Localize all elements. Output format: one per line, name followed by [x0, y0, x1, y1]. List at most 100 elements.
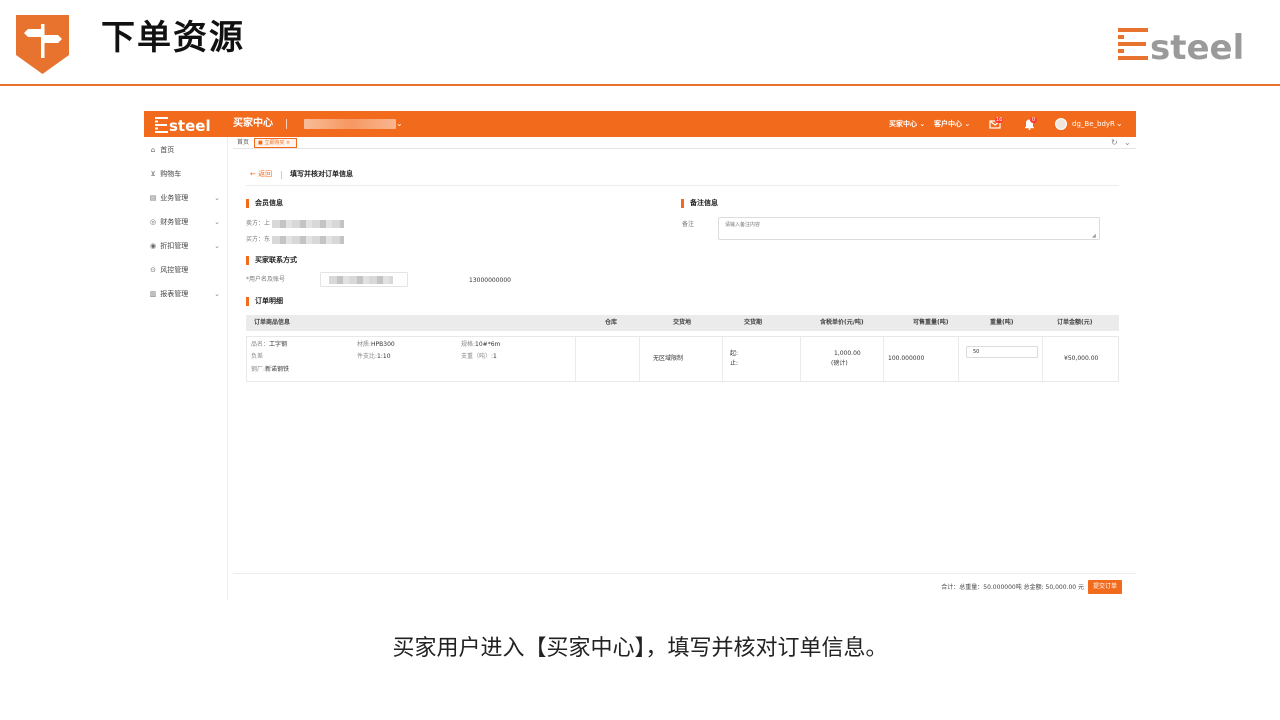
buyer-center-menu[interactable]: 买家中心 ⌄ [889, 120, 925, 129]
app-screenshot: steel 买家中心 ⌄ 买家中心 ⌄ 客户中心 ⌄ 16 0 dg_Be_bd… [144, 111, 1136, 600]
order-detail-title: 订单明细 [246, 297, 283, 306]
remark-info-title: 备注信息 [681, 199, 718, 208]
product-spec: 规格:10#*6m [461, 341, 501, 348]
column-header: 仓库 [605, 319, 618, 326]
contact-select[interactable] [320, 272, 408, 287]
buyer-label: 买方：东 [246, 236, 271, 243]
available-weight: 100.000000 [888, 355, 925, 362]
slide-caption: 买家用户进入【买家中心】，填写并核对订单信息。 [392, 636, 888, 661]
column-divider [883, 337, 884, 381]
username[interactable]: dg_Be_bdyR [1072, 120, 1115, 129]
sidebar-item-discount[interactable]: ◉ 折扣管理 ⌄ [148, 239, 226, 253]
notification-badge: 0 [1030, 117, 1037, 123]
risk-icon: ⊙ [150, 266, 156, 274]
tabs-bar: 首页 ■ 立即购买 × ↻ ⌄ [233, 137, 1136, 149]
sidebar-item-finance[interactable]: ◎ 财务管理 ⌄ [148, 215, 226, 229]
tab-buy-now[interactable]: ■ 立即购买 × [254, 138, 297, 148]
page-title: 填写并核对订单信息 [290, 170, 353, 178]
contact-value-masked [329, 276, 393, 284]
column-header: 交货地 [673, 319, 692, 326]
delivery-from: 起: [730, 350, 739, 357]
chevron-down-icon: ⌄ [214, 290, 220, 298]
sidebar: ⌂ 首页 ⊻ 购物车 ▤ 业务管理 ⌄ ◎ 财务管理 ⌄ ◉ 折扣管理 ⌄ ⊙ 风控管… [144, 137, 228, 600]
order-summary: 合计：总重量：50.000000吨 总金额: 50,000.00 元 [941, 584, 1084, 591]
chevron-down-icon: ⌄ [214, 194, 220, 202]
app-logo[interactable]: steel [154, 115, 216, 133]
chevron-down-icon: ⌄ [214, 242, 220, 250]
sidebar-item-cart[interactable]: ⊻ 购物车 [148, 167, 226, 181]
column-header: 订单商品信息 [254, 319, 291, 326]
tab-home[interactable]: 首页 [237, 139, 249, 147]
column-divider [639, 337, 640, 381]
sidebar-item-home[interactable]: ⌂ 首页 [148, 143, 226, 157]
column-header: 订单金额(元) [1057, 319, 1093, 326]
contact-title: 买家联系方式 [246, 256, 297, 265]
seller-name-masked [272, 220, 344, 228]
member-info-title: 会员信息 [246, 199, 283, 208]
weight-input[interactable]: 50 [966, 346, 1038, 358]
sidebar-item-business[interactable]: ▤ 业务管理 ⌄ [148, 191, 226, 205]
report-icon: ▥ [149, 290, 157, 298]
product-mill: 钢厂:新诺钢铁 [251, 366, 290, 373]
top-navbar: steel 买家中心 ⌄ 买家中心 ⌄ 客户中心 ⌄ 16 0 dg_Be_bd… [144, 111, 1136, 137]
contact-label: *用户名及账号 [246, 276, 286, 283]
user-avatar[interactable] [1055, 118, 1067, 130]
column-divider [800, 337, 801, 381]
main-content: ← 返回 填写并核对订单信息 会员信息 卖方：上 买方：东 备注信息 备注 ◢ … [233, 150, 1136, 570]
store-selector-masked[interactable] [304, 119, 396, 129]
table-row: 品名：工字钢 材质:HPB300 规格:10#*6m 负差 件支比:1:10 支… [246, 336, 1119, 382]
business-icon: ▤ [149, 194, 157, 202]
close-icon[interactable]: × [284, 140, 290, 146]
back-link[interactable]: ← 返回 [250, 170, 272, 179]
message-badge: 16 [995, 117, 1004, 123]
customer-center-menu[interactable]: 客户中心 ⌄ [934, 120, 970, 129]
navbar-separator [286, 119, 287, 129]
finance-icon: ◎ [149, 218, 157, 226]
sidebar-item-risk[interactable]: ⊙ 风控管理 [148, 263, 226, 277]
svg-text:steel: steel [169, 117, 211, 133]
order-table-header: 订单商品信息 仓库 交货地 交货期 含税单价(元/吨) 可售重量(吨) 重量(吨… [246, 315, 1119, 331]
remark-label: 备注 [682, 221, 695, 228]
column-divider [1042, 337, 1043, 381]
refresh-icon[interactable]: ↻ [1111, 138, 1118, 147]
column-divider [722, 337, 723, 381]
chevron-down-icon[interactable]: ⌄ [1116, 119, 1123, 129]
product-tolerance: 负差 [251, 353, 264, 360]
column-divider [575, 337, 576, 381]
seller-label: 卖方：上 [246, 220, 271, 227]
column-divider [958, 337, 959, 381]
delivery-place: 无区域限制 [653, 355, 684, 362]
column-header: 含税单价(元/吨) [820, 319, 864, 326]
column-header: 重量(吨) [990, 319, 1014, 326]
order-amount: ¥50,000.00 [1064, 355, 1099, 362]
discount-icon: ◉ [149, 242, 157, 250]
price-note: (磅计) [831, 360, 848, 367]
esteel-logo: steel [1118, 28, 1244, 64]
column-header: 可售重量(吨) [913, 319, 949, 326]
product-name: 品名：工字钢 [251, 341, 288, 348]
slide-divider [0, 84, 1280, 86]
header-separator [281, 171, 282, 179]
header-divider [246, 185, 1119, 186]
chevron-down-icon: ⌄ [214, 218, 220, 226]
home-icon: ⌂ [150, 146, 156, 154]
chevron-down-icon[interactable]: ⌄ [1124, 138, 1131, 147]
unit-price: 1,000.00 [834, 350, 861, 357]
delivery-to: 止: [730, 360, 739, 367]
remark-textarea[interactable] [718, 217, 1100, 240]
chevron-down-icon: ⌄ [962, 120, 971, 128]
contact-phone: 13000000000 [469, 277, 511, 284]
cart-icon: ⊻ [150, 170, 156, 178]
submit-order-button[interactable]: 提交订单 [1088, 580, 1122, 594]
product-ratio: 件支比:1:10 [357, 353, 391, 360]
buyer-name-masked [272, 236, 344, 244]
chevron-down-icon[interactable]: ⌄ [396, 119, 403, 129]
sidebar-item-report[interactable]: ▥ 报表管理 ⌄ [148, 287, 226, 301]
column-header: 交货期 [744, 319, 763, 326]
svg-text:steel: steel [1150, 28, 1244, 64]
signpost-badge-icon [16, 15, 69, 74]
resize-grip-icon[interactable]: ◢ [1092, 234, 1096, 239]
product-pieces: 支重（吨）:1 [461, 353, 497, 360]
buyer-center-title: 买家中心 [233, 118, 273, 129]
order-footer: 合计：总重量：50.000000吨 总金额: 50,000.00 元 提交订单 [233, 573, 1136, 600]
